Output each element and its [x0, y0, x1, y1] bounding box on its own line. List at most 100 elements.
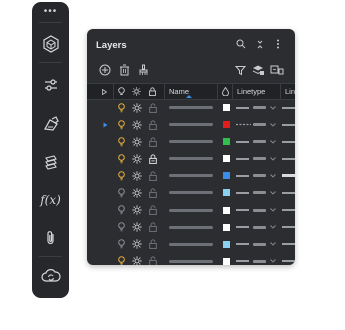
layer-name[interactable]	[169, 253, 213, 265]
lineweight-preview[interactable]	[282, 116, 295, 133]
sun-icon[interactable]	[132, 99, 142, 116]
layer-name[interactable]	[169, 99, 213, 116]
edit-sheet-icon[interactable]	[36, 109, 65, 138]
linetype-preview[interactable]	[236, 219, 249, 236]
chevron-down-icon[interactable]	[270, 219, 276, 236]
unlock-icon[interactable]	[149, 202, 157, 219]
layers-icon[interactable]	[36, 147, 65, 176]
lineweight-preview[interactable]	[282, 167, 295, 184]
layer-row[interactable]	[87, 253, 295, 265]
sun-icon[interactable]	[132, 133, 142, 150]
layer-settings-icon[interactable]	[269, 62, 285, 78]
more-horizontal-icon[interactable]: •••	[32, 7, 69, 17]
lineweight-preview[interactable]	[282, 150, 295, 167]
bulb-icon[interactable]	[118, 167, 125, 184]
layer-color-swatch[interactable]	[223, 236, 230, 253]
cloud-sync-icon[interactable]	[36, 261, 65, 290]
chevron-down-icon[interactable]	[270, 236, 276, 253]
collapse-icon[interactable]	[253, 37, 267, 51]
layer-row[interactable]	[87, 116, 295, 133]
function-icon[interactable]: f(x)	[36, 185, 65, 214]
layer-row[interactable]	[87, 219, 295, 236]
layer-color-swatch[interactable]	[223, 150, 230, 167]
linetype-value[interactable]	[253, 253, 266, 265]
filter-icon[interactable]	[232, 62, 248, 78]
linetype-preview[interactable]	[236, 184, 249, 201]
sun-icon[interactable]	[132, 253, 142, 265]
linetype-value[interactable]	[253, 219, 266, 236]
layer-name[interactable]	[169, 167, 213, 184]
layer-row[interactable]	[87, 99, 295, 116]
linetype-value[interactable]	[253, 116, 266, 133]
bulb-icon[interactable]	[118, 99, 125, 116]
layer-color-swatch[interactable]	[223, 253, 230, 265]
layer-name[interactable]	[169, 236, 213, 253]
lineweight-preview[interactable]	[282, 202, 295, 219]
bulb-icon[interactable]	[118, 236, 125, 253]
layer-row[interactable]	[87, 236, 295, 253]
chevron-down-icon[interactable]	[270, 99, 276, 116]
unlock-icon[interactable]	[149, 99, 157, 116]
linetype-preview[interactable]	[236, 236, 249, 253]
unlock-icon[interactable]	[149, 133, 157, 150]
sun-column-icon[interactable]	[132, 84, 141, 99]
unlock-icon[interactable]	[149, 253, 157, 265]
lock-icon[interactable]	[149, 150, 157, 167]
delete-icon[interactable]	[116, 62, 132, 78]
lineweight-preview[interactable]	[282, 184, 295, 201]
linetype-preview[interactable]	[236, 150, 249, 167]
color-column-icon[interactable]	[222, 84, 229, 99]
chevron-down-icon[interactable]	[270, 116, 276, 133]
unlock-icon[interactable]	[149, 167, 157, 184]
unlock-icon[interactable]	[149, 236, 157, 253]
bulb-icon[interactable]	[118, 219, 125, 236]
unlock-icon[interactable]	[149, 219, 157, 236]
layer-name[interactable]	[169, 219, 213, 236]
layer-row[interactable]	[87, 184, 295, 201]
bulb-icon[interactable]	[118, 150, 125, 167]
bulb-column-icon[interactable]	[118, 84, 125, 99]
column-lineweight[interactable]: Lin	[285, 84, 295, 99]
layer-color-swatch[interactable]	[223, 184, 230, 201]
chevron-down-icon[interactable]	[270, 167, 276, 184]
linetype-preview[interactable]	[236, 99, 249, 116]
layer-color-swatch[interactable]	[223, 202, 230, 219]
unlock-icon[interactable]	[149, 184, 157, 201]
layer-states-icon[interactable]	[250, 62, 266, 78]
layer-row[interactable]	[87, 133, 295, 150]
layer-row[interactable]	[87, 202, 295, 219]
lineweight-preview[interactable]	[282, 253, 295, 265]
linetype-value[interactable]	[253, 236, 266, 253]
layer-color-swatch[interactable]	[223, 167, 230, 184]
sun-icon[interactable]	[132, 202, 142, 219]
layer-name[interactable]	[169, 133, 213, 150]
unlock-icon[interactable]	[149, 116, 157, 133]
lineweight-preview[interactable]	[282, 99, 295, 116]
bulb-icon[interactable]	[118, 184, 125, 201]
linetype-value[interactable]	[253, 133, 266, 150]
layer-color-swatch[interactable]	[223, 99, 230, 116]
chevron-down-icon[interactable]	[270, 253, 276, 265]
paperclip-icon[interactable]	[36, 223, 65, 252]
sun-icon[interactable]	[132, 219, 142, 236]
layer-name[interactable]	[169, 150, 213, 167]
bulb-icon[interactable]	[118, 253, 125, 265]
layer-name[interactable]	[169, 184, 213, 201]
chevron-down-icon[interactable]	[270, 184, 276, 201]
bulb-icon[interactable]	[118, 116, 125, 133]
lock-column-icon[interactable]	[149, 84, 156, 99]
chevron-down-icon[interactable]	[270, 150, 276, 167]
linetype-preview[interactable]	[236, 253, 249, 265]
sliders-icon[interactable]	[36, 70, 65, 99]
column-linetype[interactable]: Linetype	[237, 84, 265, 99]
layer-color-swatch[interactable]	[223, 116, 230, 133]
sun-icon[interactable]	[132, 236, 142, 253]
linetype-preview[interactable]	[236, 167, 249, 184]
lineweight-preview[interactable]	[282, 236, 295, 253]
sun-icon[interactable]	[132, 150, 142, 167]
linetype-value[interactable]	[253, 167, 266, 184]
layer-color-swatch[interactable]	[223, 133, 230, 150]
layer-color-swatch[interactable]	[223, 219, 230, 236]
more-vertical-icon[interactable]	[271, 37, 285, 51]
chevron-down-icon[interactable]	[270, 133, 276, 150]
